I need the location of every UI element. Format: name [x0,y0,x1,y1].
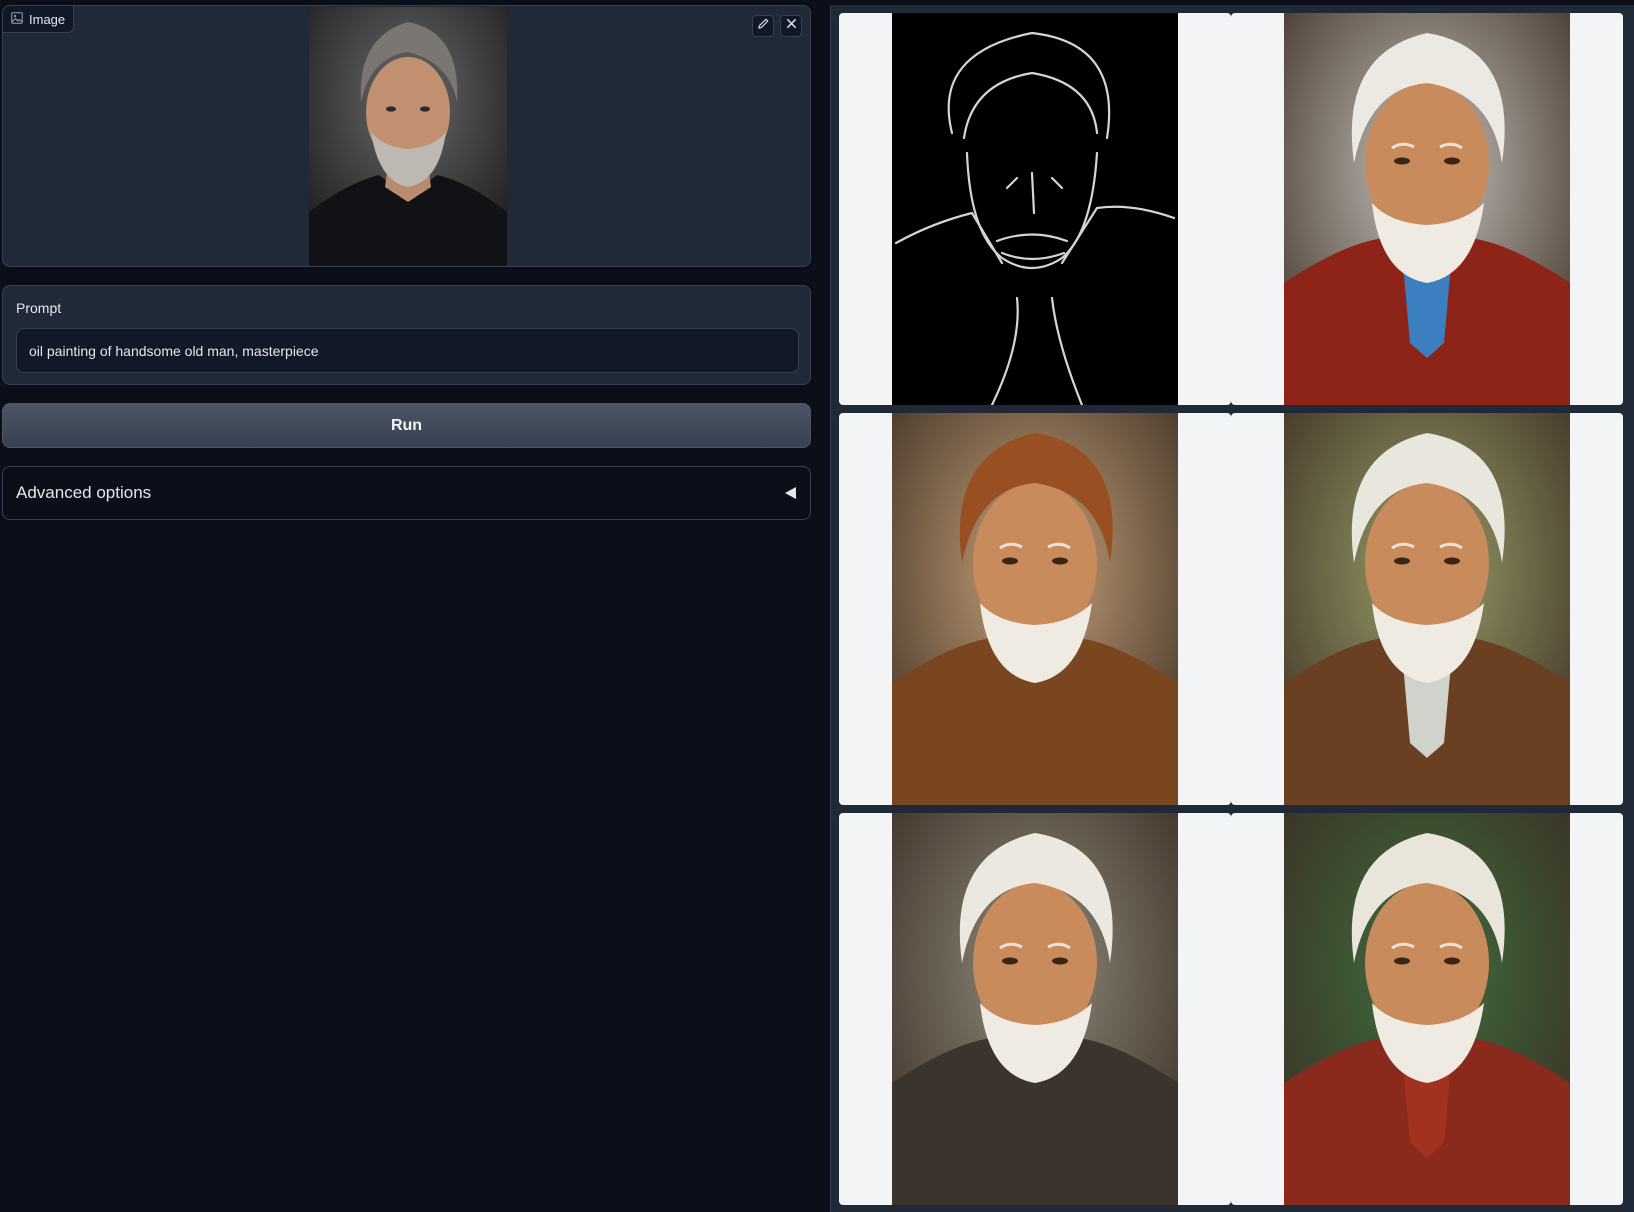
generated-portrait-image [1284,413,1570,805]
prompt-field: Prompt [2,285,811,385]
run-button[interactable]: Run [2,403,811,448]
advanced-options-accordion[interactable]: Advanced options [2,466,811,520]
image-upload[interactable]: Image [2,5,811,267]
gallery-item-edge-map[interactable] [839,13,1231,405]
gallery-item-portrait[interactable] [1231,413,1623,805]
prompt-label: Prompt [16,300,62,316]
edge-map-image [892,13,1178,405]
gallery-item-portrait[interactable] [839,813,1231,1205]
generated-portrait-image [892,413,1178,805]
app-root: Image Prompt oil painting of handsome ol… [0,0,1634,1212]
gallery-item-portrait[interactable] [839,413,1231,805]
generated-portrait-image [1284,13,1570,405]
edit-icon [757,17,770,35]
close-icon [785,17,798,35]
advanced-options-label: Advanced options [16,483,152,502]
caret-left-icon [785,487,796,499]
controls-column: Image Prompt oil painting of handsome ol… [0,0,814,1212]
source-portrait-image [309,7,507,266]
image-toolbar [752,15,802,37]
prompt-input[interactable] [16,328,799,373]
image-icon [11,11,23,27]
edit-button[interactable] [752,15,774,37]
gallery-item-portrait[interactable] [1231,13,1623,405]
result-gallery [830,5,1634,1212]
image-label: Image [29,11,66,27]
image-label-badge: Image [3,6,75,33]
gallery-item-portrait[interactable] [1231,813,1623,1205]
generated-portrait-image [1284,813,1570,1205]
clear-image-button[interactable] [780,15,802,37]
generated-portrait-image [892,813,1178,1205]
